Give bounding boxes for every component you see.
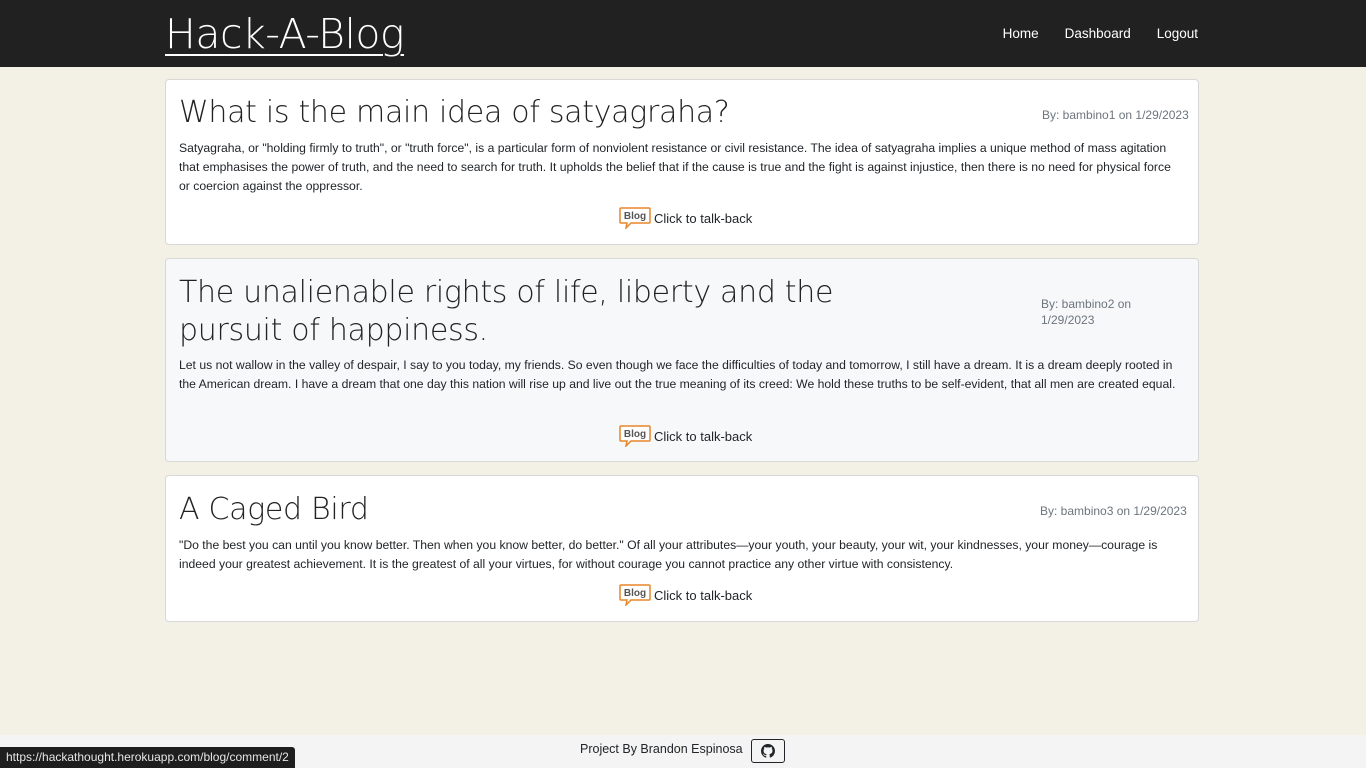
- blog-speech-bubble-icon: Blog: [619, 207, 651, 229]
- nav-links: Home Dashboard Logout: [990, 24, 1211, 44]
- talkback-link[interactable]: Blog Click to talk-back: [619, 425, 752, 447]
- post-byline: By: bambino3 on 1/29/2023: [1040, 504, 1187, 518]
- post-title: The unalienable rights of life, liberty …: [179, 275, 834, 348]
- top-navbar: Hack-A-Blog Home Dashboard Logout: [0, 0, 1366, 67]
- talkback-link[interactable]: Blog Click to talk-back: [619, 207, 752, 229]
- post-card: What is the main idea of satyagraha? By:…: [165, 79, 1199, 245]
- talkback-label: Click to talk-back: [654, 428, 753, 444]
- talkback-link[interactable]: Blog Click to talk-back: [619, 584, 752, 606]
- post-byline: By: bambino1 on 1/29/2023: [1042, 108, 1189, 122]
- blog-speech-bubble-icon: Blog: [619, 584, 651, 606]
- post-title: A Caged Bird: [179, 492, 369, 527]
- talkback-label: Click to talk-back: [654, 210, 753, 226]
- github-button[interactable]: [751, 739, 785, 763]
- github-icon: [761, 744, 775, 758]
- post-byline: By: bambino2 on 1/29/2023: [1041, 297, 1132, 327]
- svg-text:Blog: Blog: [624, 588, 646, 599]
- post-body: "Do the best you can until you know bett…: [179, 538, 1158, 571]
- footer-credit: Project By Brandon Espinosa: [580, 742, 743, 756]
- browser-status-url: https://hackathought.herokuapp.com/blog/…: [0, 747, 295, 768]
- site-brand-link[interactable]: Hack-A-Blog: [165, 8, 405, 60]
- post-card: A Caged Bird By: bambino3 on 1/29/2023 "…: [165, 475, 1199, 622]
- post-body: Let us not wallow in the valley of despa…: [179, 358, 1176, 391]
- nav-dashboard-link[interactable]: Dashboard: [1052, 24, 1144, 44]
- nav-logout-link[interactable]: Logout: [1144, 24, 1211, 44]
- nav-home-link[interactable]: Home: [990, 24, 1052, 44]
- post-body: Satyagraha, or "holding firmly to truth"…: [179, 141, 1171, 193]
- post-card: The unalienable rights of life, liberty …: [165, 258, 1199, 462]
- post-title: What is the main idea of satyagraha?: [179, 95, 730, 130]
- svg-text:Blog: Blog: [624, 429, 646, 440]
- blog-speech-bubble-icon: Blog: [619, 425, 651, 447]
- svg-text:Blog: Blog: [624, 211, 646, 222]
- talkback-label: Click to talk-back: [654, 587, 753, 603]
